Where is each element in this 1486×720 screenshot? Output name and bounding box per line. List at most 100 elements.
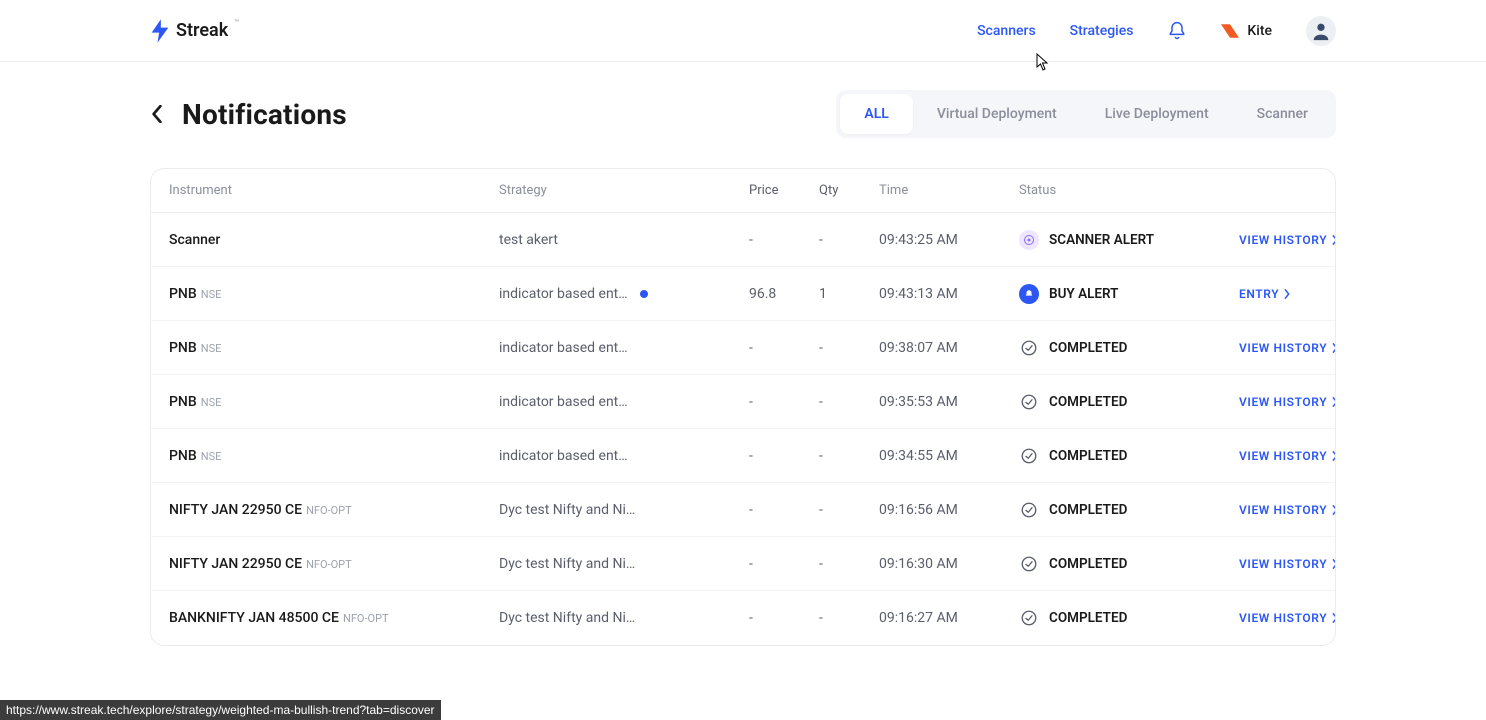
chevron-right-icon — [1331, 451, 1336, 461]
table-row: PNBNSEindicator based ent…--09:35:53 AMC… — [151, 375, 1335, 429]
page-title: Notifications — [182, 98, 347, 131]
strategy-name: Dyc test Nifty and Ni… — [499, 610, 635, 626]
price-cell: - — [749, 232, 819, 248]
table-row: NIFTY JAN 22950 CE NFO-OPT Dyc test Nifty … — [151, 537, 1335, 591]
status-cell: COMPLETED — [1019, 554, 1239, 574]
nav-scanners[interactable]: Scanners — [977, 23, 1036, 39]
qty-cell: - — [819, 232, 879, 248]
completed-check-icon — [1019, 338, 1039, 358]
status-cell: SCANNER ALERT — [1019, 230, 1239, 250]
completed-check-icon — [1019, 608, 1039, 628]
col-header-price: Price — [749, 183, 819, 198]
instrument-name: PNB — [169, 340, 197, 356]
price-cell: 96.8 — [749, 286, 819, 302]
notifications-table: Instrument Strategy Price Qty Time Statu… — [150, 168, 1336, 646]
completed-check-icon — [1019, 392, 1039, 412]
view-history-button[interactable]: VIEW HISTORY — [1239, 341, 1336, 355]
strategy-name: indicator based ent… — [499, 286, 628, 302]
tab-scanner[interactable]: Scanner — [1233, 94, 1332, 134]
tab-live-deployment[interactable]: Live Deployment — [1081, 94, 1233, 134]
status-cell: COMPLETED — [1019, 338, 1239, 358]
time-cell: 09:16:56 AM — [879, 502, 1019, 518]
table-row: PNBNSEindicator based ent…--09:34:55 AMC… — [151, 429, 1335, 483]
view-history-button[interactable]: VIEW HISTORY — [1239, 557, 1336, 571]
time-cell: 09:34:55 AM — [879, 448, 1019, 464]
status-cell: COMPLETED — [1019, 500, 1239, 520]
view-history-button[interactable]: VIEW HISTORY — [1239, 611, 1336, 625]
action-label: VIEW HISTORY — [1239, 611, 1327, 625]
col-header-time: Time — [879, 183, 1019, 198]
top-nav: Scanners Strategies Kite — [977, 16, 1336, 46]
view-history-button[interactable]: VIEW HISTORY — [1239, 503, 1336, 517]
instrument-exchange: NSE — [201, 288, 222, 301]
view-history-button[interactable]: VIEW HISTORY — [1239, 395, 1336, 409]
status-text: COMPLETED — [1049, 340, 1127, 356]
brand-name: Streak — [176, 20, 228, 41]
brand-logo[interactable]: Streak ™ — [150, 19, 239, 43]
table-row: NIFTY JAN 22950 CENFO-OPTDyc test Nifty … — [151, 483, 1335, 537]
instrument-name: NIFTY JAN 22950 CE — [169, 556, 302, 572]
time-cell: 09:35:53 AM — [879, 394, 1019, 410]
kite-label: Kite — [1247, 23, 1272, 39]
qty-cell: - — [819, 394, 879, 410]
strategy-name: indicator based ent… — [499, 448, 628, 464]
user-avatar[interactable] — [1306, 16, 1336, 46]
instrument-exchange: NFO-OPT — [306, 558, 352, 571]
strategy-name: indicator based ent… — [499, 394, 628, 410]
status-cell: COMPLETED — [1019, 392, 1239, 412]
instrument-exchange: NFO-OPT — [343, 612, 389, 625]
chevron-right-icon — [1331, 559, 1336, 569]
entry-button[interactable]: ENTRY — [1239, 287, 1336, 301]
back-button[interactable] — [150, 105, 164, 123]
chevron-right-icon — [1331, 397, 1336, 407]
qty-cell: - — [819, 448, 879, 464]
chevron-left-icon — [150, 105, 164, 123]
status-cell: BUY ALERT — [1019, 284, 1239, 304]
instrument-exchange: NSE — [201, 396, 222, 409]
title-row: Notifications ALLVirtual DeploymentLive … — [150, 90, 1336, 138]
chevron-right-icon — [1331, 505, 1336, 515]
time-cell: 09:16:30 AM — [879, 556, 1019, 572]
price-cell: - — [749, 610, 819, 626]
completed-check-icon — [1019, 446, 1039, 466]
chevron-right-icon — [1331, 343, 1336, 353]
table-row: PNBNSEindicator based ent…--09:38:07 AMC… — [151, 321, 1335, 375]
action-label: VIEW HISTORY — [1239, 233, 1327, 247]
view-history-button[interactable]: VIEW HISTORY — [1239, 449, 1336, 463]
view-history-button[interactable]: VIEW HISTORY — [1239, 233, 1336, 247]
action-label: VIEW HISTORY — [1239, 503, 1327, 517]
instrument-exchange: NSE — [201, 450, 222, 463]
qty-cell: 1 — [819, 286, 879, 302]
instrument-exchange: NSE — [201, 342, 222, 355]
instrument-name: PNB — [169, 394, 197, 410]
brand-tm: ™ — [234, 18, 239, 27]
status-text: COMPLETED — [1049, 502, 1127, 518]
col-header-qty: Qty — [819, 183, 879, 198]
col-header-instrument: Instrument — [169, 183, 499, 198]
nav-strategies[interactable]: Strategies — [1070, 23, 1134, 39]
notifications-bell-button[interactable] — [1167, 21, 1187, 41]
status-text: COMPLETED — [1049, 556, 1127, 572]
status-cell: COMPLETED — [1019, 446, 1239, 466]
qty-cell: - — [819, 340, 879, 356]
completed-check-icon — [1019, 554, 1039, 574]
table-header: Instrument Strategy Price Qty Time Statu… — [151, 169, 1335, 213]
status-text: COMPLETED — [1049, 448, 1127, 464]
tab-virtual-deployment[interactable]: Virtual Deployment — [913, 94, 1081, 134]
strategy-name: Dyc test Nifty and Ni… — [499, 556, 635, 572]
table-row: Scannertest akert--09:43:25 AMSCANNER AL… — [151, 213, 1335, 267]
qty-cell: - — [819, 502, 879, 518]
buy-alert-icon — [1019, 284, 1039, 304]
col-header-status: Status — [1019, 183, 1239, 198]
tab-all[interactable]: ALL — [840, 94, 912, 134]
instrument-name: PNB — [169, 286, 197, 302]
kite-icon — [1221, 24, 1239, 38]
price-cell: - — [749, 502, 819, 518]
status-text: BUY ALERT — [1049, 286, 1118, 302]
kite-toggle[interactable]: Kite — [1221, 23, 1272, 39]
streak-bolt-icon — [150, 19, 170, 43]
action-label: VIEW HISTORY — [1239, 341, 1327, 355]
unread-dot-icon — [640, 290, 648, 298]
chevron-right-icon — [1331, 235, 1336, 245]
status-text: COMPLETED — [1049, 394, 1127, 410]
